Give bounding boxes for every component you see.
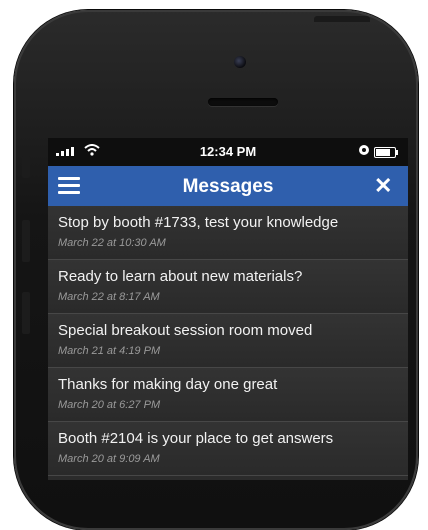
message-item[interactable]: Booth #2104 is your place to get answers… (48, 422, 408, 476)
message-date: March 20 at 6:27 PM (58, 399, 161, 411)
message-title: Ready to learn about new materials? (58, 268, 303, 285)
message-list: Stop by booth #1733, test your knowledge… (48, 206, 408, 476)
status-time: 12:34 PM (199, 144, 257, 159)
message-date: March 21 at 4:19 PM (58, 345, 161, 357)
message-title: Stop by booth #1733, test your knowledge (58, 214, 339, 231)
alarm-icon (358, 144, 370, 159)
message-date: March 22 at 10:30 AM (58, 237, 166, 249)
status-bar: 12:34 PM (48, 138, 408, 166)
message-title: Thanks for making day one great (58, 376, 278, 393)
message-item[interactable]: Thanks for making day one great March 20… (48, 368, 408, 422)
message-date: March 20 at 9:09 AM (58, 453, 160, 465)
message-date: March 22 at 8:17 AM (58, 291, 160, 303)
volume-up-button (22, 220, 30, 262)
message-item[interactable]: Special breakout session room moved Marc… (48, 314, 408, 368)
power-button (314, 16, 370, 22)
page-title: Messages (182, 176, 274, 197)
front-camera (234, 56, 246, 68)
message-title: Booth #2104 is your place to get answers (58, 430, 334, 447)
message-item[interactable]: Stop by booth #1733, test your knowledge… (48, 206, 408, 260)
phone-screen: 12:34 PM Messages ✕ Stop by booth #1733,… (48, 138, 408, 480)
mute-switch (22, 156, 30, 178)
close-icon[interactable]: ✕ (374, 173, 392, 199)
battery-icon (374, 147, 398, 158)
volume-down-button (22, 292, 30, 334)
earpiece-speaker (208, 98, 278, 106)
nav-bar: Messages ✕ (48, 166, 408, 206)
message-item[interactable]: Ready to learn about new materials? Marc… (48, 260, 408, 314)
battery-fill (376, 149, 391, 156)
message-title: Special breakout session room moved (58, 322, 313, 339)
